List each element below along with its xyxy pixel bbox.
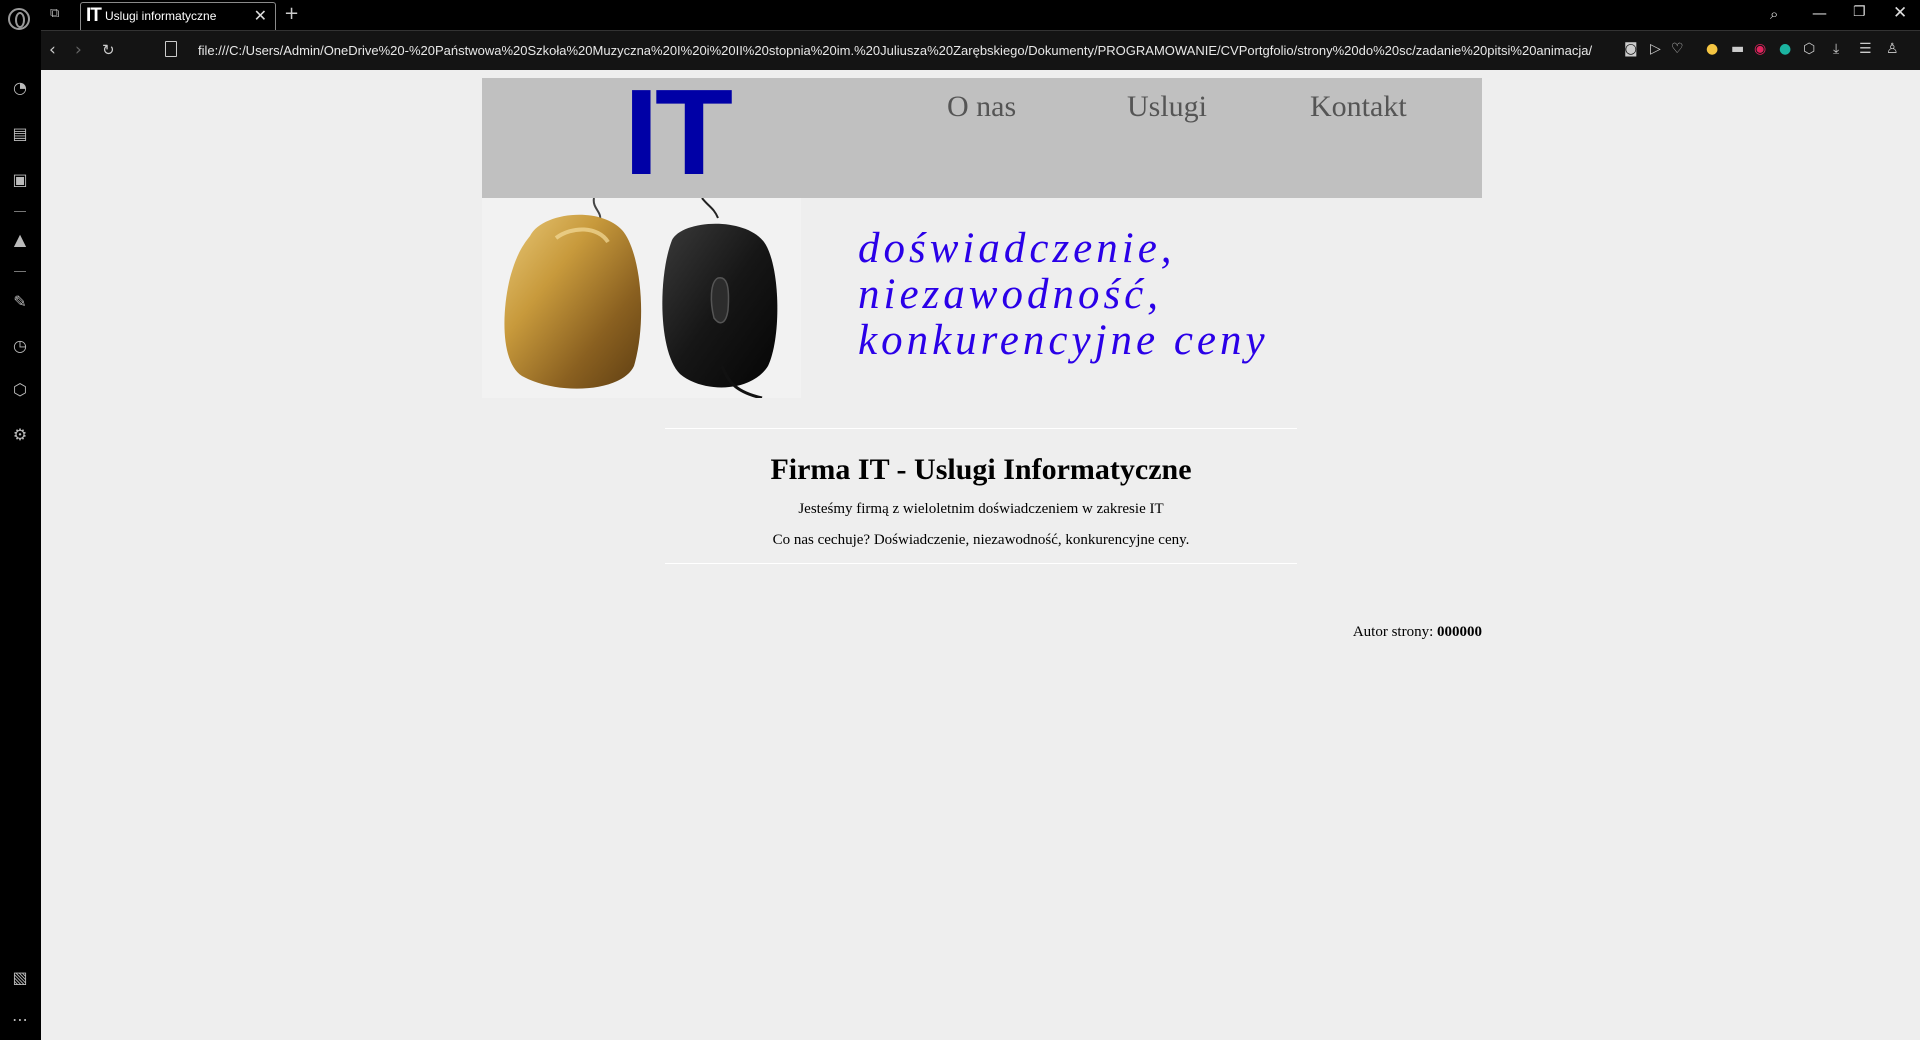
- url-field[interactable]: file:///C:/Users/Admin/OneDrive%20-%20Pa…: [198, 43, 1598, 58]
- extension-icon[interactable]: ▬: [1731, 41, 1744, 57]
- hero-banner: doświadczenie, niezawodność, konkurencyj…: [482, 198, 1482, 398]
- slogan: doświadczenie, niezawodność, konkurencyj…: [858, 226, 1269, 364]
- author-label: Autor strony:: [1352, 624, 1434, 640]
- page-heading: Firma IT - Uslugi Informatyczne: [770, 453, 1192, 486]
- tab-bar: ⧉ IT Uslugi informatyczne ✕ + ⌕ — ❐ ✕: [0, 0, 1920, 30]
- intro-paragraph: Jesteśmy firmą z wieloletnim doświadczen…: [798, 501, 1164, 517]
- tab-close-icon[interactable]: ✕: [254, 6, 267, 25]
- workspace-icon[interactable]: ⧉: [50, 7, 66, 20]
- new-tab-button[interactable]: +: [284, 3, 299, 24]
- site-header: IT O nas Uslugi Kontakt: [482, 71, 1482, 198]
- nav-link-uslugi[interactable]: Uslugi: [1127, 90, 1207, 124]
- back-icon[interactable]: ‹: [49, 40, 56, 60]
- extension-icon[interactable]: ◉: [1754, 41, 1766, 57]
- slogan-line: konkurencyjne ceny: [858, 317, 1269, 364]
- sidebar-divider: [14, 271, 26, 272]
- window-close-icon[interactable]: ✕: [1893, 3, 1907, 23]
- heart-icon[interactable]: ♡: [1671, 41, 1684, 57]
- divider-top: [665, 428, 1297, 429]
- author-line: Autor strony: 000000: [1353, 624, 1482, 641]
- reload-icon[interactable]: ↻: [102, 41, 115, 59]
- tab-title: Uslugi informatyczne: [105, 9, 217, 23]
- file-icon: [165, 41, 177, 57]
- cube-icon[interactable]: ⬡: [1803, 41, 1815, 57]
- forward-icon[interactable]: ›: [75, 40, 82, 60]
- pinboard-icon[interactable]: ✎: [10, 292, 30, 311]
- author-value: 000000: [1437, 624, 1482, 640]
- search-icon[interactable]: ⌕: [1770, 5, 1778, 23]
- divider-bottom: [665, 563, 1297, 564]
- more-icon[interactable]: ⋯: [10, 1010, 30, 1029]
- computer-mice-photo: [482, 198, 801, 398]
- slogan-line: doświadczenie,: [858, 225, 1176, 272]
- tab-active[interactable]: IT Uslugi informatyczne ✕: [80, 2, 276, 30]
- extensions-icon[interactable]: ⬡: [10, 380, 30, 399]
- camera-icon[interactable]: ◙: [1624, 41, 1638, 57]
- nav-link-o-nas[interactable]: O nas: [947, 90, 1016, 124]
- sidebar: ◔ ▤ ▣ ▲ ✎ ◷ ⬡ ⚙ ▧ ⋯: [0, 30, 41, 1040]
- sidebar-divider: [14, 211, 26, 212]
- download-icon[interactable]: ⤓: [1833, 41, 1839, 57]
- minimize-icon[interactable]: —: [1812, 4, 1827, 22]
- speed-dial-icon[interactable]: ◔: [10, 78, 30, 97]
- history-icon[interactable]: ◷: [10, 336, 30, 355]
- send-icon[interactable]: ▷: [1650, 41, 1661, 57]
- opera-logo-icon[interactable]: [8, 8, 30, 30]
- address-bar: ‹ › ↻ file:///C:/Users/Admin/OneDrive%20…: [41, 30, 1920, 70]
- menu-icon[interactable]: ☰: [1859, 41, 1872, 57]
- aria-icon[interactable]: ▲: [10, 230, 30, 249]
- site-logo[interactable]: IT: [623, 71, 733, 193]
- settings-icon[interactable]: ⚙: [10, 425, 30, 444]
- bag-icon[interactable]: ▤: [10, 124, 30, 143]
- tab-favicon: IT: [86, 5, 102, 26]
- extension-icon[interactable]: ●: [1779, 41, 1791, 57]
- main-content: Firma IT - Uslugi Informatyczne Jesteśmy…: [665, 428, 1297, 564]
- profile-icon[interactable]: ♙: [1886, 41, 1899, 57]
- page-viewport: IT O nas Uslugi Kontakt doświadczenie, n…: [41, 70, 1920, 1040]
- chip-icon[interactable]: ▣: [10, 170, 30, 189]
- restore-icon[interactable]: ❐: [1853, 4, 1866, 20]
- extension-icon[interactable]: ●: [1706, 41, 1718, 57]
- nav-link-kontakt[interactable]: Kontakt: [1310, 90, 1407, 124]
- features-paragraph: Co nas cechuje? Doświadczenie, niezawodn…: [772, 532, 1190, 548]
- gallery-icon[interactable]: ▧: [10, 968, 30, 987]
- page-container: IT O nas Uslugi Kontakt doświadczenie, n…: [482, 71, 1482, 640]
- slogan-line: niezawodność,: [858, 271, 1163, 318]
